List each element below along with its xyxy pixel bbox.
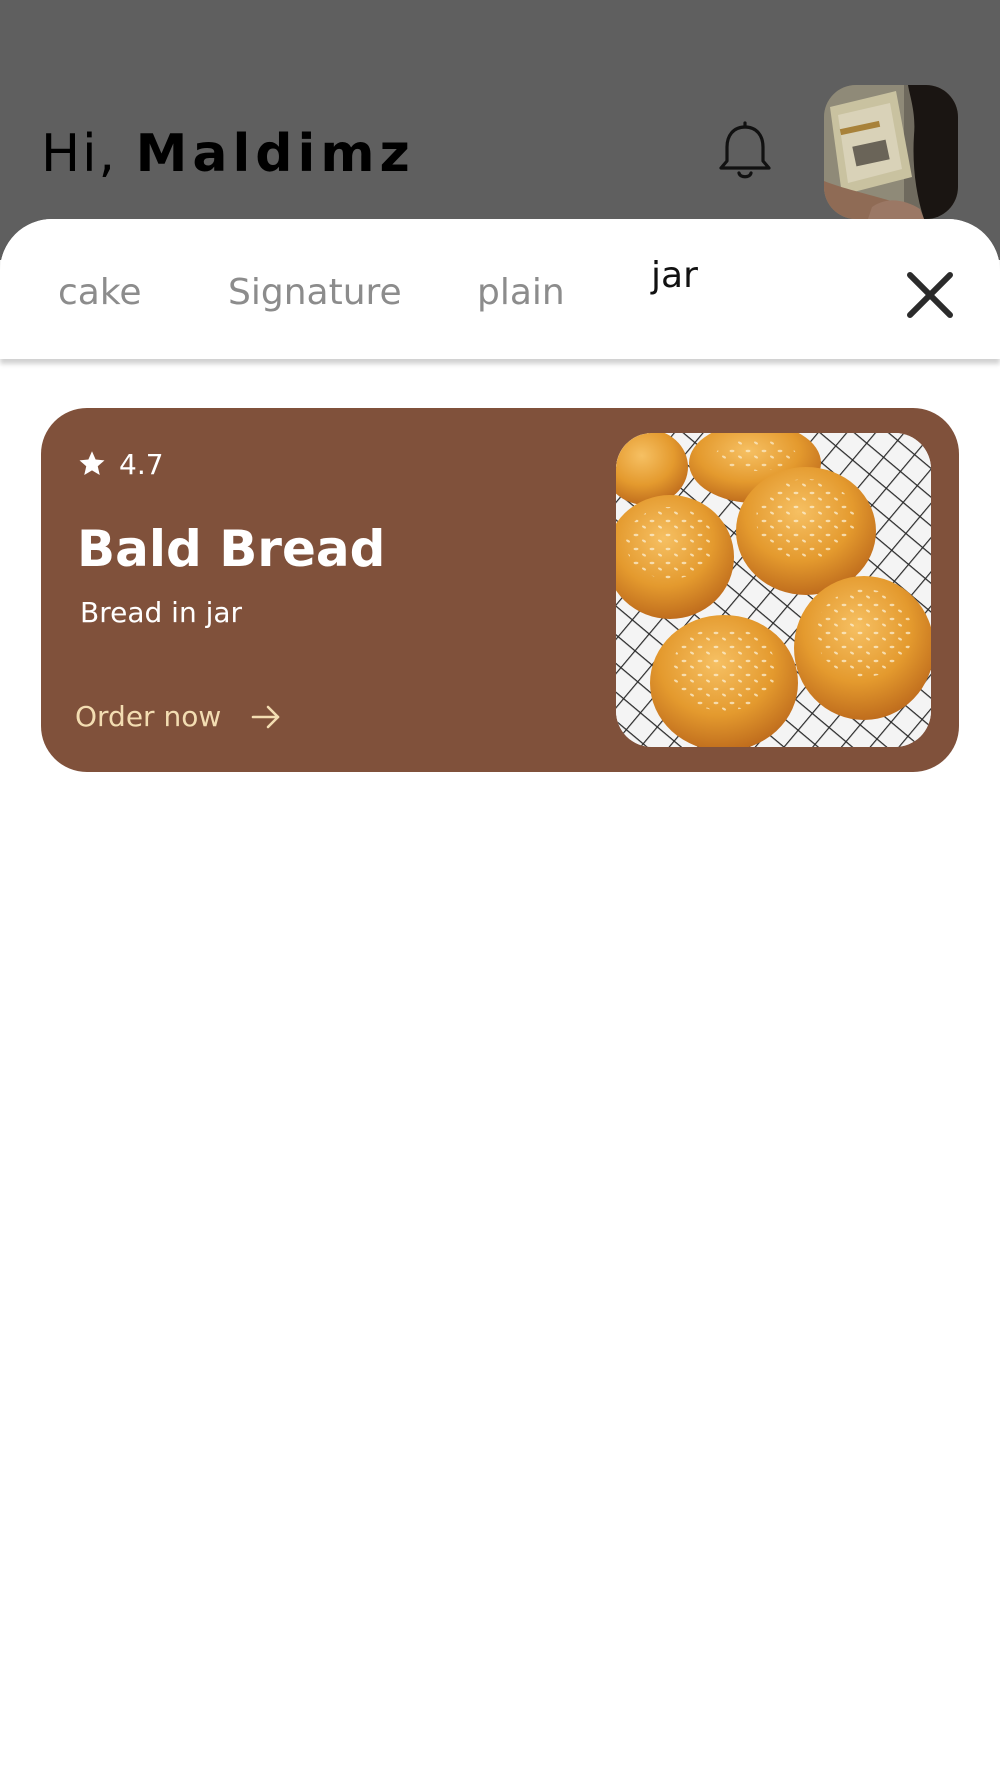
tab-signature[interactable]: Signature [228, 269, 402, 317]
avatar[interactable] [824, 85, 958, 219]
product-subtitle: Bread in jar [80, 596, 243, 629]
bread-photo [616, 433, 931, 747]
rating: 4.7 [77, 444, 164, 484]
greeting-prefix: Hi, [41, 124, 136, 184]
product-title: Bald Bread [77, 520, 386, 578]
rating-value: 4.7 [119, 447, 164, 481]
order-now-button[interactable]: Order now [75, 697, 283, 737]
star-icon [79, 451, 105, 475]
tab-cake[interactable]: cake [58, 269, 142, 317]
category-sheet: cake Signature plain jar 4.7 Bald Bread … [0, 219, 1000, 1778]
user-name: Maldimz [135, 124, 415, 184]
order-now-label: Order now [75, 700, 222, 733]
product-image [616, 433, 931, 747]
tab-jar[interactable]: jar [651, 252, 698, 300]
bell-icon[interactable] [712, 120, 778, 186]
greeting: Hi, Maldimz [41, 118, 415, 190]
arrow-right-icon [251, 705, 280, 729]
category-tabs: cake Signature plain jar [0, 219, 1000, 359]
close-icon[interactable] [900, 265, 960, 325]
tab-plain[interactable]: plain [477, 269, 565, 317]
product-card[interactable]: 4.7 Bald Bread Bread in jar Order now [41, 408, 959, 772]
avatar-photo [824, 85, 958, 219]
